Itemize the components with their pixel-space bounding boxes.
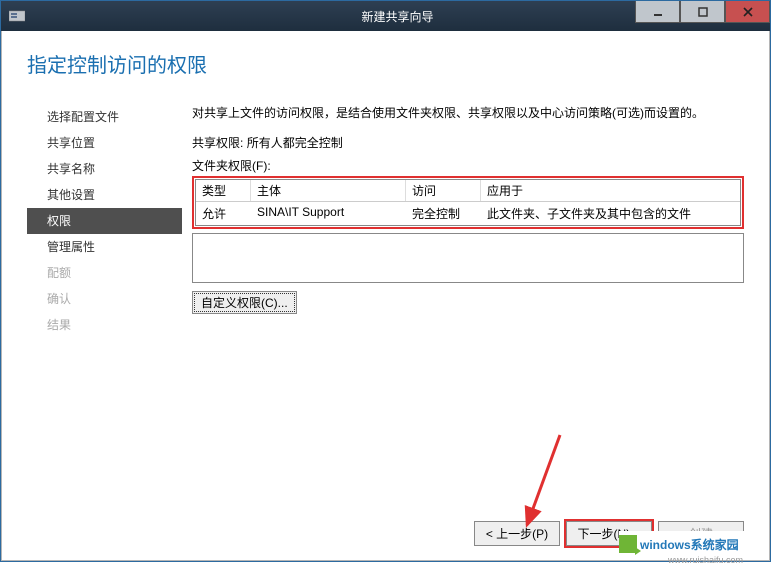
share-permission-label: 共享权限: bbox=[192, 136, 243, 150]
close-button[interactable] bbox=[725, 1, 770, 23]
sidebar-item-quota: 配额 bbox=[27, 260, 182, 286]
minimize-button[interactable] bbox=[635, 1, 680, 23]
sidebar-item-share-name[interactable]: 共享名称 bbox=[27, 156, 182, 182]
sidebar-item-share-location[interactable]: 共享位置 bbox=[27, 130, 182, 156]
previous-button[interactable]: < 上一步(P) bbox=[474, 521, 560, 546]
share-permission-line: 共享权限: 所有人都完全控制 bbox=[192, 134, 744, 151]
page-title: 指定控制访问的权限 bbox=[27, 49, 744, 78]
minimize-icon bbox=[653, 7, 663, 17]
watermark-brand: windows系统家园 bbox=[640, 536, 739, 553]
header-subject[interactable]: 主体 bbox=[251, 180, 406, 201]
header-apply[interactable]: 应用于 bbox=[481, 180, 740, 201]
wizard-steps-sidebar: 选择配置文件 共享位置 共享名称 其他设置 权限 管理属性 配额 确认 结果 bbox=[27, 98, 182, 509]
share-permission-value: 所有人都完全控制 bbox=[247, 136, 343, 150]
sidebar-item-confirm: 确认 bbox=[27, 286, 182, 312]
cell-access: 完全控制 bbox=[406, 205, 481, 222]
watermark-url: www.ruishaifu.com bbox=[668, 555, 743, 565]
app-icon bbox=[9, 9, 25, 23]
folder-permission-label: 文件夹权限(F): bbox=[192, 157, 744, 174]
close-icon bbox=[743, 7, 753, 17]
permission-list-empty-area bbox=[192, 233, 744, 283]
permission-table-header: 类型 主体 访问 应用于 bbox=[196, 180, 740, 202]
maximize-icon bbox=[698, 7, 708, 17]
header-access[interactable]: 访问 bbox=[406, 180, 481, 201]
custom-permission-wrap: 自定义权限(C)... bbox=[192, 291, 744, 314]
sidebar-item-permissions[interactable]: 权限 bbox=[27, 208, 182, 234]
customize-permissions-button[interactable]: 自定义权限(C)... bbox=[192, 291, 297, 314]
sidebar-item-management[interactable]: 管理属性 bbox=[27, 234, 182, 260]
main-panel: 对共享上文件的访问权限，是结合使用文件夹权限、共享权限以及中心访问策略(可选)而… bbox=[182, 98, 744, 509]
maximize-button[interactable] bbox=[680, 1, 725, 23]
cell-type: 允许 bbox=[196, 205, 251, 222]
permission-table-body: 允许 SINA\IT Support 完全控制 此文件夹、子文件夹及其中包含的文… bbox=[196, 202, 740, 225]
sidebar-item-other-settings[interactable]: 其他设置 bbox=[27, 182, 182, 208]
cell-subject: SINA\IT Support bbox=[251, 205, 406, 222]
permission-table-highlight: 类型 主体 访问 应用于 允许 SINA\IT Support 完全控制 此文件… bbox=[192, 176, 744, 229]
sidebar-item-result: 结果 bbox=[27, 312, 182, 338]
sidebar-item-select-profile[interactable]: 选择配置文件 bbox=[27, 104, 182, 130]
page-header: 指定控制访问的权限 bbox=[2, 31, 769, 88]
windows-flag-icon bbox=[619, 535, 637, 553]
header-type[interactable]: 类型 bbox=[196, 180, 251, 201]
window-controls bbox=[635, 1, 770, 23]
table-row[interactable]: 允许 SINA\IT Support 完全控制 此文件夹、子文件夹及其中包含的文… bbox=[196, 202, 740, 225]
permission-table: 类型 主体 访问 应用于 允许 SINA\IT Support 完全控制 此文件… bbox=[195, 179, 741, 226]
body-area: 选择配置文件 共享位置 共享名称 其他设置 权限 管理属性 配额 确认 结果 对… bbox=[2, 88, 769, 509]
watermark-logo: windows系统家园 bbox=[619, 531, 749, 557]
wizard-window: 新建共享向导 指定控制访问的权限 选择配置文件 共享位置 共享名称 其 bbox=[0, 0, 771, 562]
cell-apply: 此文件夹、子文件夹及其中包含的文件 bbox=[481, 205, 740, 222]
description-text: 对共享上文件的访问权限，是结合使用文件夹权限、共享权限以及中心访问策略(可选)而… bbox=[192, 104, 744, 122]
content-area: 指定控制访问的权限 选择配置文件 共享位置 共享名称 其他设置 权限 管理属性 … bbox=[1, 31, 770, 561]
titlebar: 新建共享向导 bbox=[1, 1, 770, 31]
